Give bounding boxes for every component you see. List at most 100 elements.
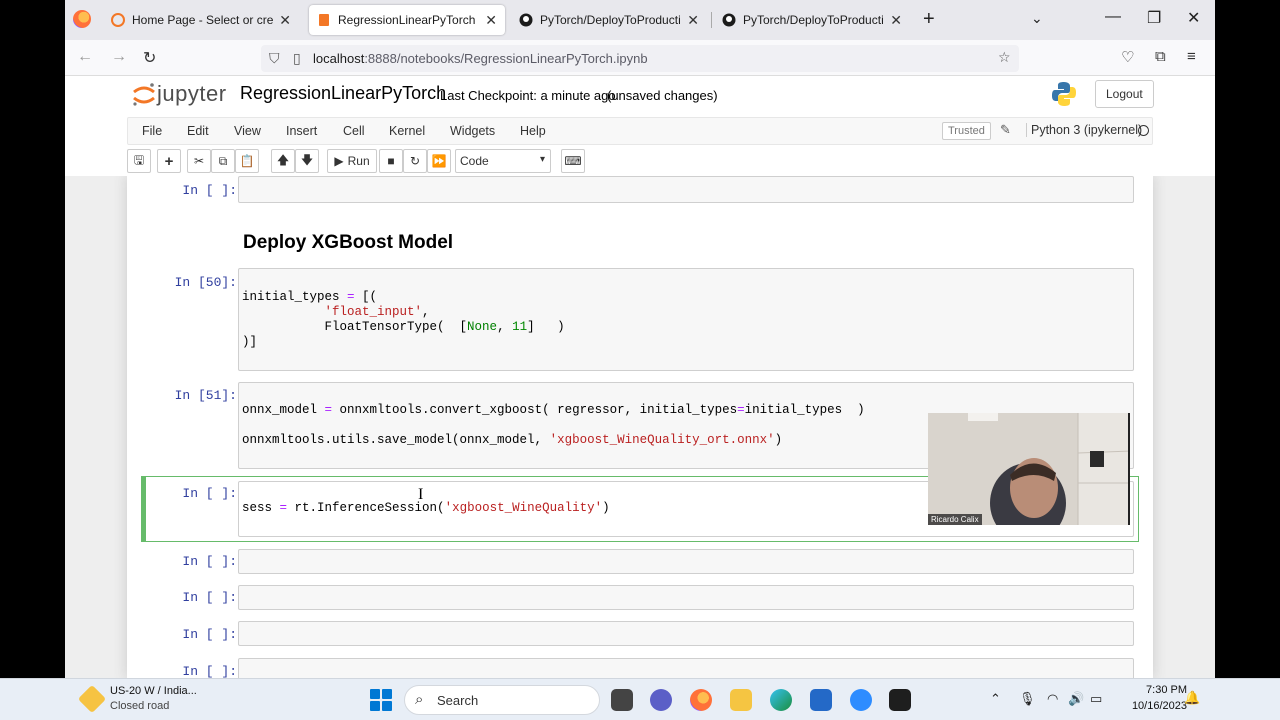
shield-icon[interactable]: ⛉ [269,50,280,67]
checkpoint-status: Last Checkpoint: a minute ago [440,88,616,103]
task-view-icon[interactable] [611,689,633,711]
move-up-icon[interactable]: 🡅 [271,149,295,173]
weather-widget-line1[interactable]: US-20 W / India... [110,685,197,697]
run-icon: ▶ [334,154,344,168]
firefox-logo-icon[interactable] [73,10,91,28]
edit-mode-pencil-icon: ✎ [1000,122,1011,137]
logout-button[interactable]: Logout [1095,80,1154,108]
volume-icon[interactable]: 🔊 [1068,691,1084,707]
tab-github-1[interactable]: PyTorch/DeployToProduction/S ✕ [511,5,707,35]
kernel-idle-icon [1138,125,1149,136]
store-icon[interactable] [810,689,832,711]
wifi-icon[interactable]: ◠ [1047,691,1058,707]
road-warning-icon[interactable] [77,684,107,714]
forward-icon[interactable]: → [111,48,127,66]
chevron-down-icon: ▾ [539,154,545,165]
code-cell-input[interactable] [238,549,1134,574]
restart-run-all-icon[interactable]: ⏩ [427,149,451,173]
new-tab-icon[interactable]: + [923,8,935,31]
menu-widgets[interactable]: Widgets [450,124,495,138]
jupyter-logo-text[interactable]: jupyter [157,81,227,107]
close-window-icon[interactable]: ✕ [1187,8,1200,28]
code-cell-input[interactable] [238,621,1134,646]
cell-prompt: In [ ]: [182,590,237,605]
tab-label: RegressionLinearPyTorch - Jupy [338,13,479,27]
firefox-taskbar-icon[interactable] [690,689,712,711]
menu-edit[interactable]: Edit [187,124,209,138]
save-icon[interactable]: 🖫 [127,149,151,173]
move-down-icon[interactable]: 🡇 [295,149,319,173]
code-line: onnx_model = onnxmltools.convert_xgboost… [242,403,865,417]
menu-view[interactable]: View [234,124,261,138]
weather-widget-line2[interactable]: Closed road [110,700,169,712]
cell-type-value: Code [460,154,489,168]
menu-cell[interactable]: Cell [343,124,365,138]
bookmark-star-icon[interactable]: ☆ [998,49,1011,66]
tab-strip: Home Page - Select or create a ✕ Regress… [65,0,1215,40]
cell-prompt: In [50]: [174,275,237,290]
close-tab-icon[interactable]: ✕ [687,12,699,29]
extensions-icon[interactable]: ⧉ [1155,48,1166,65]
restore-icon[interactable]: ❐ [1147,8,1161,28]
zoom-icon[interactable] [850,689,872,711]
terminal-icon[interactable] [889,689,911,711]
github-icon [722,13,736,27]
insert-cell-icon[interactable]: + [157,149,181,173]
menu-icon[interactable]: ≡ [1187,48,1196,65]
file-explorer-icon[interactable] [730,689,752,711]
menu-help[interactable]: Help [520,124,546,138]
code-line: initial_types = [( [242,290,378,304]
battery-icon[interactable]: ▭ [1090,691,1102,707]
back-icon[interactable]: ← [77,48,93,66]
webcam-overlay: Ricardo Calix [928,413,1130,525]
menu-file[interactable]: File [142,124,162,138]
text-cursor-icon: I [418,486,424,503]
jupyter-logo-icon[interactable] [131,82,157,108]
code-cell-input[interactable] [238,585,1134,610]
menu-kernel[interactable]: Kernel [389,124,425,138]
code-cell-input[interactable] [238,176,1134,203]
cell-type-select[interactable]: Code ▾ [455,149,551,173]
code-cell-input[interactable] [238,658,1134,678]
clock-time[interactable]: 7:30 PM [1135,684,1187,696]
kernel-name[interactable]: Python 3 (ipykernel) [1026,123,1142,137]
tab-github-2[interactable]: PyTorch/DeployToProduction at ✕ [714,5,910,35]
code-line: onnxmltools.utils.save_model(onnx_model,… [242,433,783,447]
teams-chat-icon[interactable] [650,689,672,711]
markdown-heading[interactable]: Deploy XGBoost Model [243,232,453,254]
url-bar[interactable]: localhost:8888/notebooks/RegressionLinea… [261,45,1019,72]
reload-icon[interactable]: ↻ [143,48,156,68]
microphone-icon[interactable]: 🎙 [1019,691,1036,707]
page-icon[interactable]: ▯ [293,50,301,67]
cell-prompt: In [51]: [174,388,237,403]
menu-bar: File Edit View Insert Cell Kernel Widget… [127,117,1153,145]
command-palette-icon[interactable]: ⌨ [561,149,585,173]
close-tab-icon[interactable]: ✕ [890,12,902,29]
tab-label: PyTorch/DeployToProduction/S [540,13,681,27]
jupyter-header: jupyter RegressionLinearPyTorch Last Che… [65,76,1215,114]
cut-icon[interactable]: ✂ [187,149,211,173]
tab-home-page[interactable]: Home Page - Select or create a ✕ [103,5,299,35]
paste-icon[interactable]: 📋 [235,149,259,173]
copy-icon[interactable]: ⧉ [211,149,235,173]
taskbar-search-box[interactable]: ⌕ Search [404,685,600,715]
notifications-icon[interactable]: 🔔 [1184,690,1200,706]
close-tab-icon[interactable]: ✕ [485,12,497,29]
list-tabs-icon[interactable]: ⌄ [1031,10,1043,27]
cell-prompt: In [ ]: [182,183,237,198]
interrupt-icon[interactable]: ■ [379,149,403,173]
edge-icon[interactable] [770,689,792,711]
run-button[interactable]: ▶ Run [327,149,377,173]
show-hidden-icons-icon[interactable]: ⌃ [990,691,1001,707]
pocket-icon[interactable]: ♡ [1121,48,1134,66]
close-tab-icon[interactable]: ✕ [279,12,291,29]
trusted-badge[interactable]: Trusted [942,122,991,140]
clock-date[interactable]: 10/16/2023 [1118,700,1187,712]
tab-notebook[interactable]: RegressionLinearPyTorch - Jupy ✕ [309,5,505,35]
restart-icon[interactable]: ↻ [403,149,427,173]
minimize-icon[interactable]: — [1105,8,1121,26]
notebook-name[interactable]: RegressionLinearPyTorch [240,83,446,104]
search-icon: ⌕ [415,691,424,708]
windows-start-icon[interactable] [370,689,392,711]
menu-insert[interactable]: Insert [286,124,317,138]
